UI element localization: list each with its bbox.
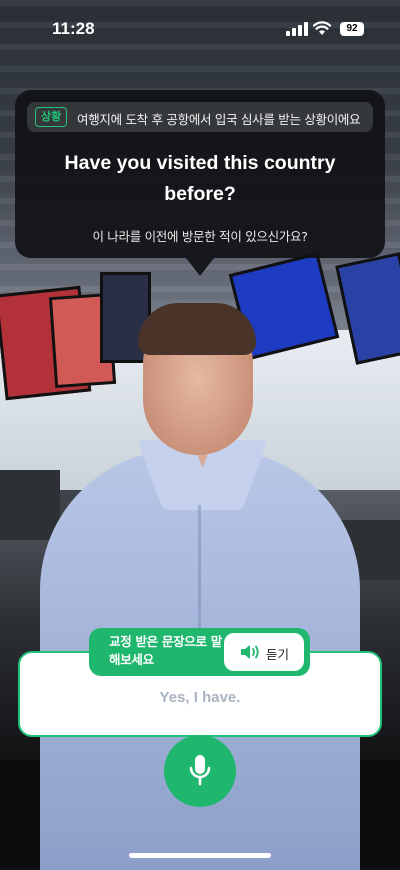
question-card: 상황 여행지에 도착 후 공항에서 입국 심사를 받는 상황이에요 Have y… bbox=[15, 90, 385, 276]
home-indicator[interactable] bbox=[129, 853, 271, 858]
mic-icon bbox=[189, 755, 211, 786]
hair bbox=[138, 303, 256, 355]
answer-sentence: Yes, I have. bbox=[159, 689, 241, 706]
signal-icon bbox=[286, 22, 308, 36]
wifi-icon bbox=[313, 21, 331, 35]
situation-text: 여행지에 도착 후 공항에서 입국 심사를 받는 상황이에요 bbox=[77, 112, 361, 127]
question-korean: 이 나라를 이전에 방문한 적이 있으신가요? bbox=[92, 229, 308, 244]
situation-bar: 상황 여행지에 도착 후 공항에서 입국 심사를 받는 상황이에요 bbox=[27, 102, 373, 132]
question-english: Have you visited this country before? bbox=[64, 152, 336, 205]
speak-prompt-text: 교정 받은 문장으로 말해보세요 bbox=[109, 634, 222, 667]
speaker-icon bbox=[241, 645, 259, 659]
listen-label: 듣기 bbox=[266, 647, 290, 662]
mic-button[interactable] bbox=[164, 735, 236, 807]
battery-indicator: 92 bbox=[340, 22, 364, 36]
status-bar: 11:28 92 bbox=[0, 0, 400, 56]
status-time: 11:28 bbox=[52, 19, 95, 38]
speak-prompt-banner: 교정 받은 문장으로 말해보세요 듣기 bbox=[89, 628, 310, 676]
listen-button[interactable]: 듣기 bbox=[224, 633, 304, 671]
situation-badge: 상황 bbox=[35, 107, 68, 127]
